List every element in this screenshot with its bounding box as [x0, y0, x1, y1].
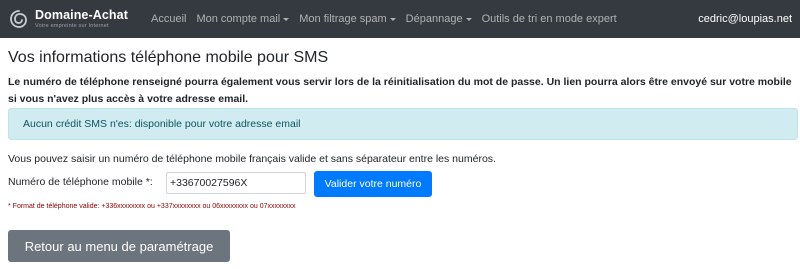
phone-label: Numéro de téléphone mobile *:	[8, 176, 153, 188]
nav-menu: Accueil Mon compte mail Mon filtrage spa…	[146, 0, 622, 38]
brand-tagline: Votre empreinte sur Internet	[35, 22, 109, 29]
nav-item-outils-de-tri[interactable]: Outils de tri en mode expert	[477, 0, 622, 38]
info-alert: Aucun crédit SMS n'es: disponible pour v…	[8, 108, 798, 140]
top-navbar: Domaine-Achat Votre empreinte sur Intern…	[0, 0, 800, 38]
help-text: Vous pouvez saisir un numéro de téléphon…	[8, 153, 496, 165]
page-title: Vos informations téléphone mobile pour S…	[8, 49, 329, 66]
nav-item-accueil[interactable]: Accueil	[146, 0, 191, 38]
caret-down-icon	[465, 17, 472, 21]
nav-item-mon-compte-mail[interactable]: Mon compte mail	[191, 0, 294, 38]
nav-item-label: Outils de tri en mode expert	[481, 13, 617, 25]
nav-item-label: Mon filtrage spam	[299, 13, 387, 25]
user-email-link[interactable]: cedric@loupias.net	[698, 0, 792, 38]
nav-item-depannage[interactable]: Dépannage	[401, 0, 477, 38]
caret-down-icon	[283, 17, 290, 21]
format-note: * Format de téléphone valide: +336xxxxxx…	[8, 203, 296, 210]
nav-item-label: Mon compte mail	[196, 13, 281, 25]
nav-item-label: Accueil	[151, 13, 187, 25]
back-to-settings-button[interactable]: Retour au menu de paramétrage	[8, 230, 230, 262]
nav-item-label: Dépannage	[405, 13, 463, 25]
spiral-logo-icon	[8, 8, 30, 30]
caret-down-icon	[389, 17, 396, 21]
alert-text: Aucun crédit SMS n'es: disponible pour v…	[23, 118, 301, 130]
intro-text: Le numéro de téléphone renseigné pourra …	[8, 76, 792, 105]
phone-input[interactable]	[166, 172, 306, 194]
nav-item-mon-filtrage-spam[interactable]: Mon filtrage spam	[294, 0, 400, 38]
brand-name: Domaine-Achat	[35, 8, 128, 22]
brand-link[interactable]: Domaine-Achat Votre empreinte sur Intern…	[8, 0, 146, 38]
validate-number-button[interactable]: Valider votre numéro	[314, 171, 432, 197]
